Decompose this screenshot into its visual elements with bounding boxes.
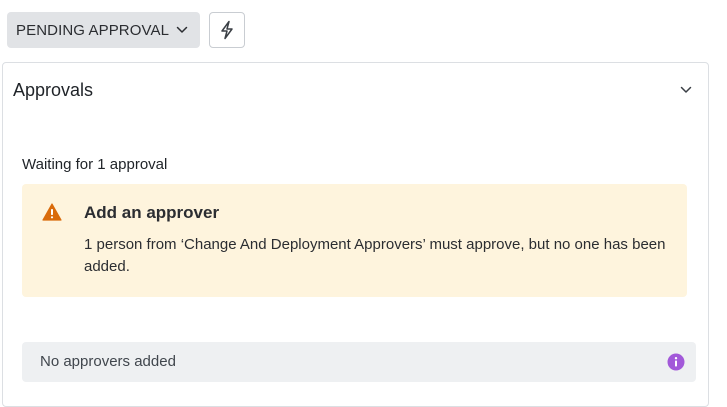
status-label: PENDING APPROVAL [16,21,170,39]
warning-title: Add an approver [84,203,220,222]
status-dropdown[interactable]: PENDING APPROVAL [7,12,200,48]
lightning-bolt-icon [219,20,235,40]
approvers-empty-text: No approvers added [40,353,176,370]
chevron-down-icon [176,26,188,34]
approvals-panel-header[interactable]: Approvals [3,63,708,118]
info-icon[interactable] [667,353,685,371]
chevron-down-icon[interactable] [680,86,692,94]
waiting-label: Waiting for 1 approval [22,156,168,173]
panel-title: Approvals [13,80,94,100]
warning-callout: Add an approver 1 person from ‘Change An… [22,184,687,297]
automation-button[interactable] [209,12,245,48]
approvals-panel: Approvals Waiting for 1 approval Add an … [2,62,709,407]
warning-message: 1 person from ‘Change And Deployment App… [84,236,666,275]
warning-triangle-icon [42,203,62,221]
approvers-list: No approvers added [22,342,696,382]
